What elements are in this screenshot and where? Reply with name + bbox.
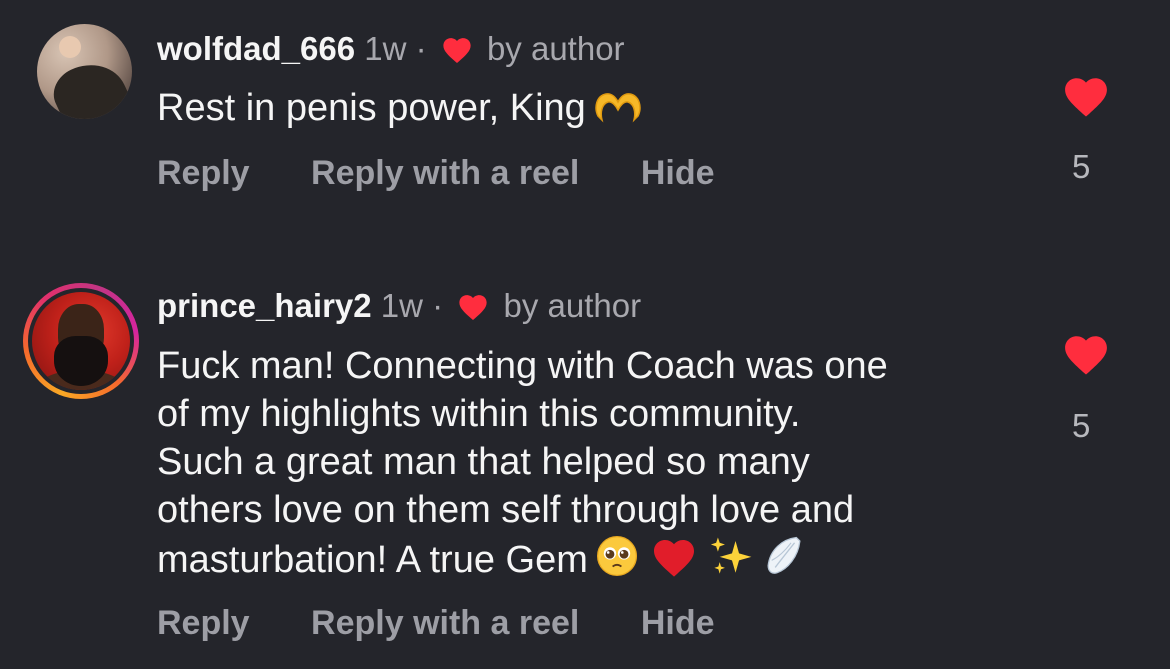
heart-hands-icon — [595, 93, 641, 123]
like-count[interactable]: 5 — [1072, 407, 1090, 445]
pleading-face-icon — [596, 535, 637, 577]
reply-button[interactable]: Reply — [157, 604, 250, 643]
heart-icon — [459, 295, 487, 321]
wing-icon — [767, 536, 801, 574]
comment-header: wolfdad_666 1w · by author — [157, 29, 625, 69]
liked-by-author: by author — [503, 287, 642, 324]
comment-text: Fuck man! Connecting with Coach was one … — [157, 342, 1017, 584]
comment-body: Rest in penis power, King — [157, 87, 586, 129]
separator: · — [432, 287, 444, 324]
separator: · — [415, 30, 427, 67]
like-heart-icon[interactable] — [1060, 330, 1112, 376]
comment-actions: Reply Reply with a reel Hide — [157, 604, 715, 643]
comment-item: wolfdad_666 1w · by author Rest in penis… — [0, 0, 1170, 230]
heart-icon — [443, 38, 471, 64]
comment-actions: Reply Reply with a reel Hide — [157, 154, 715, 193]
username[interactable]: prince_hairy2 — [157, 287, 372, 324]
like-count[interactable]: 5 — [1072, 148, 1090, 186]
sparkles-icon — [710, 537, 752, 574]
reply-with-reel-button[interactable]: Reply with a reel — [311, 154, 579, 193]
liked-by-author: by author — [486, 30, 625, 67]
timestamp: 1w — [364, 30, 407, 67]
red-heart-icon — [653, 540, 694, 577]
hide-button[interactable]: Hide — [641, 154, 715, 193]
username[interactable]: wolfdad_666 — [157, 30, 355, 67]
timestamp: 1w — [380, 287, 423, 324]
avatar[interactable] — [32, 292, 130, 390]
comment-text: Rest in penis power, King — [157, 84, 646, 132]
hide-button[interactable]: Hide — [641, 604, 715, 643]
comment-header: prince_hairy2 1w · by author — [157, 286, 641, 326]
like-heart-icon[interactable] — [1060, 72, 1112, 118]
avatar[interactable] — [37, 24, 132, 119]
reply-with-reel-button[interactable]: Reply with a reel — [311, 604, 579, 643]
reply-button[interactable]: Reply — [157, 154, 250, 193]
